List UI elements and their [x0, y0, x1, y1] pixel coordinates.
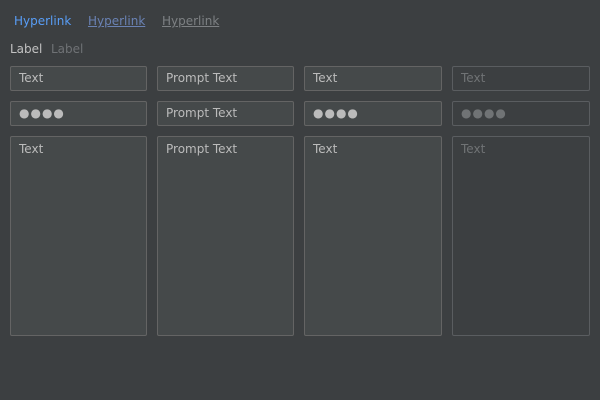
- hyperlink-disabled: Hyperlink: [162, 14, 220, 28]
- text-area-normal[interactable]: Text: [10, 136, 147, 336]
- password-field-normal[interactable]: ●●●●: [10, 101, 147, 126]
- password-field-editable[interactable]: ●●●●: [304, 101, 442, 126]
- password-field-prompt[interactable]: Prompt Text: [157, 101, 294, 126]
- text-field-prompt[interactable]: Prompt Text: [157, 66, 294, 91]
- text-area-disabled: Text: [452, 136, 590, 336]
- text-field-normal[interactable]: Text: [10, 66, 147, 91]
- text-area-prompt[interactable]: Prompt Text: [157, 136, 294, 336]
- label-disabled: Label: [51, 42, 84, 56]
- text-area-editable[interactable]: Text: [304, 136, 442, 336]
- password-field-disabled: ●●●●: [452, 101, 590, 126]
- text-field-disabled: Text: [452, 66, 590, 91]
- label-normal: Label: [10, 42, 43, 56]
- text-field-editable[interactable]: Text: [304, 66, 442, 91]
- hyperlink-normal[interactable]: Hyperlink: [14, 13, 71, 29]
- hyperlink-visited[interactable]: Hyperlink: [88, 13, 145, 29]
